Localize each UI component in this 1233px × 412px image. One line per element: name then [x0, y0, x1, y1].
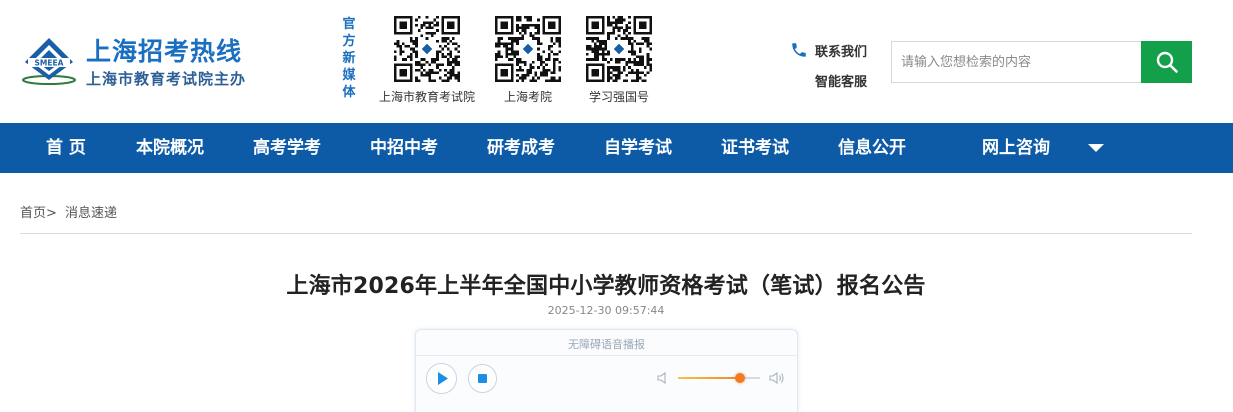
qr-code-icon: [394, 16, 460, 82]
nav-item-self-study[interactable]: 自学考试: [604, 123, 672, 173]
article-title: 上海市2026年上半年全国中小学教师资格考试（笔试）报名公告: [286, 274, 926, 299]
media-label-char: 官: [342, 17, 356, 32]
site-header: SMEEA 上海招考热线 上海市教育考试院主办 官 方 新 媒 体 上海市教育考…: [0, 0, 1233, 123]
volume-high-icon[interactable]: [768, 370, 785, 386]
article-datetime: 2025-12-30 09:57:44: [547, 304, 665, 317]
site-title: 上海招考热线: [86, 37, 243, 66]
nav-item-home[interactable]: 首 页: [46, 123, 86, 173]
stop-button[interactable]: [468, 364, 497, 393]
qr-caption: 学习强国号: [588, 90, 649, 104]
nav-item-about[interactable]: 本院概况: [136, 123, 204, 173]
breadcrumb: 首页> 消息速递: [20, 202, 117, 221]
qr-caption: 上海考院: [503, 90, 552, 104]
audio-player: 无障碍语音播报: [415, 329, 798, 412]
volume-low-icon[interactable]: [656, 371, 670, 385]
play-icon: [438, 372, 448, 385]
contact-us-link[interactable]: 联系我们: [790, 40, 885, 60]
logo-emblem-icon: SMEEA: [22, 38, 76, 85]
smart-service-link[interactable]: 智能客服: [790, 70, 885, 90]
nav-item-certificate[interactable]: 证书考试: [721, 123, 789, 173]
search-button[interactable]: [1141, 41, 1192, 83]
volume-fill: [678, 377, 741, 379]
player-label: 无障碍语音播报: [416, 334, 797, 356]
play-button[interactable]: [426, 363, 457, 394]
smart-service-label: 智能客服: [815, 74, 868, 90]
logo-emblem-text: SMEEA: [35, 59, 64, 68]
search-icon: [1156, 51, 1178, 73]
site-subtitle: 上海市教育考试院主办: [86, 70, 247, 88]
media-label-char: 媒: [342, 68, 356, 83]
contact-block: 联系我们 智能客服: [790, 40, 885, 90]
volume-handle[interactable]: [735, 373, 746, 383]
nav-item-zhongkao[interactable]: 中招中考: [370, 123, 438, 173]
media-label-char: 方: [342, 34, 356, 49]
search-input[interactable]: [892, 42, 1142, 82]
phone-icon: [792, 43, 806, 57]
official-media-label: 官 方 新 媒 体: [340, 16, 358, 101]
breadcrumb-current[interactable]: 消息速递: [65, 206, 117, 221]
qr-code-shanghai-kaoyuan[interactable]: 上海考院: [478, 16, 578, 105]
search-bar: [891, 41, 1192, 83]
nav-item-consult[interactable]: 网上咨询: [982, 123, 1050, 173]
media-label-char: 新: [342, 51, 356, 66]
breadcrumb-home[interactable]: 首页>: [20, 206, 57, 221]
stop-icon: [478, 374, 487, 383]
qr-code-icon: [495, 16, 561, 82]
qr-code-exam-authority[interactable]: 上海市教育考试院: [377, 16, 477, 105]
media-label-char: 体: [342, 85, 356, 100]
nav-item-gaokao[interactable]: 高考学考: [253, 123, 321, 173]
contact-us-label: 联系我们: [815, 44, 868, 60]
caret-down-icon[interactable]: [1087, 141, 1105, 155]
site-logo[interactable]: SMEEA 上海招考热线 上海市教育考试院主办: [20, 30, 260, 90]
breadcrumb-divider: [20, 233, 1192, 234]
qr-code-xuexi-qiangguo[interactable]: 学习强国号: [569, 16, 669, 105]
qr-code-icon: [586, 16, 652, 82]
qr-caption: 上海市教育考试院: [378, 90, 475, 104]
nav-item-postgrad[interactable]: 研考成考: [487, 123, 555, 173]
volume-slider[interactable]: [678, 373, 760, 383]
nav-item-info-disclosure[interactable]: 信息公开: [838, 123, 906, 173]
main-nav: 首 页 本院概况 高考学考 中招中考 研考成考 自学考试 证书考试 信息公开 网…: [0, 123, 1233, 173]
